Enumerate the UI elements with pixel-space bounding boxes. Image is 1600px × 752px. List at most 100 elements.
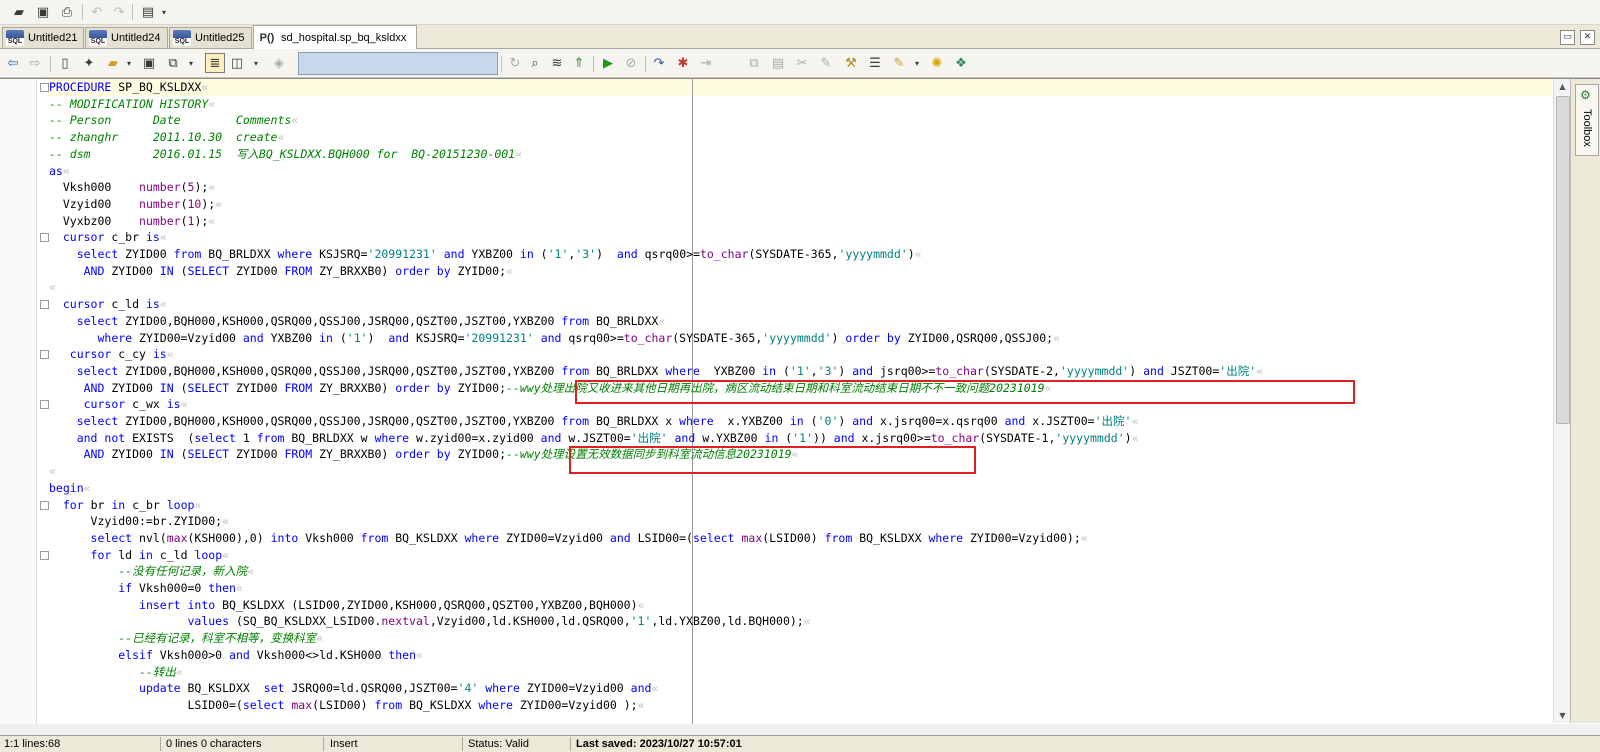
fold-toggle[interactable] (40, 400, 49, 410)
code-line[interactable]: if Vksh000=0 then« (49, 580, 243, 597)
close-window-button[interactable]: ✕ (1580, 30, 1595, 45)
save-icon[interactable]: ▣ (34, 3, 52, 21)
code-line[interactable]: for ld in c_ld loop« (49, 547, 230, 564)
toolbox-tab[interactable]: ⚙ Toolbox (1575, 84, 1599, 156)
code-line[interactable]: and not EXISTS (select 1 from BQ_BRLDXX … (49, 430, 1139, 447)
tools-icon[interactable]: ⚒ (842, 54, 860, 72)
scroll-down-icon[interactable]: ▼ (1554, 708, 1571, 723)
save-all-icon[interactable]: ⧉ (164, 54, 182, 72)
restore-window-button[interactable]: ▭ (1560, 30, 1575, 45)
fold-toggle[interactable] (40, 550, 49, 560)
save-icon[interactable]: ▣ (140, 54, 158, 72)
code-line[interactable]: « (49, 279, 56, 296)
compile-icon[interactable]: ≋ (548, 54, 566, 72)
code-line[interactable]: select ZYID00 from BQ_BRLDXX where KSJSR… (49, 246, 922, 263)
code-line[interactable]: Vzyid00 number(10);« (49, 196, 222, 213)
split-view-icon[interactable]: ◫ (228, 54, 246, 72)
code-token: '4' (457, 681, 479, 696)
tab-untitled25[interactable]: SQL Untitled25 (169, 27, 252, 48)
new-object-icon[interactable]: ✦ (80, 54, 98, 72)
code-line[interactable]: select ZYID00,BQH000,KSH000,QSRQ00,QSSJ0… (49, 413, 1139, 430)
code-line[interactable]: cursor c_wx is« (49, 396, 188, 413)
new-document-icon[interactable]: ▯ (56, 54, 74, 72)
code-line[interactable]: begin« (49, 480, 91, 497)
code-line[interactable]: values (SQ_BQ_KSLDXX_LSID00.nextval,Vzyi… (49, 613, 810, 630)
run-icon[interactable]: ▶ (599, 54, 617, 72)
code-line[interactable]: « (49, 463, 56, 480)
code-line[interactable]: LSID00=(select max(LSID00) from BQ_KSLDX… (49, 697, 644, 714)
print-icon[interactable]: ⎙ (58, 3, 76, 21)
code-line[interactable]: insert into BQ_KSLDXX (LSID00,ZYID00,KSH… (49, 597, 644, 614)
code-line[interactable]: update BQ_KSLDXX set JSRQ00=ld.QSRQ00,JS… (49, 680, 658, 697)
tab-untitled24[interactable]: SQL Untitled24 (85, 27, 168, 48)
undo-icon[interactable]: ↶ (88, 3, 106, 21)
code-line[interactable]: -- zhanghr 2011.10.30 create« (49, 129, 284, 146)
open-folder-icon[interactable]: ▰ (10, 3, 28, 21)
vertical-scrollbar[interactable]: ▲ ▼ (1553, 79, 1571, 723)
redo-icon[interactable]: ↷ (110, 3, 128, 21)
chevron-down-icon[interactable]: ▾ (155, 3, 173, 21)
code-line[interactable]: as« (49, 163, 70, 180)
scroll-up-icon[interactable]: ▲ (1554, 79, 1571, 94)
code-line[interactable]: elsif Vksh000>0 and Vksh000<>ld.KSH000 t… (49, 647, 423, 664)
fold-toggle[interactable] (40, 350, 49, 360)
code-line[interactable]: Vksh000 number(5);« (49, 179, 215, 196)
back-arrow-icon[interactable]: ⇦ (4, 54, 22, 72)
chevron-down-icon[interactable]: ▾ (120, 54, 138, 72)
forward-arrow-icon[interactable]: ⇨ (26, 54, 44, 72)
code-line[interactable]: Vyxbz00 number(1);« (49, 213, 215, 230)
code-line[interactable]: -- MODIFICATION HISTORY« (49, 96, 215, 113)
edit-icon[interactable]: ✎ (817, 54, 835, 72)
fold-toggle[interactable] (40, 83, 49, 92)
step-over-icon[interactable]: ⇥ (697, 54, 715, 72)
code-line[interactable]: Vzyid00:=br.ZYID00;« (49, 513, 230, 530)
code-line[interactable]: --转出« (49, 664, 183, 681)
chevron-down-icon[interactable]: ▾ (247, 54, 265, 72)
stop-icon[interactable]: ⊘ (622, 54, 640, 72)
bookmark-icon[interactable]: ❖ (952, 54, 970, 72)
code-line[interactable]: -- dsm 2016.01.15 写入BQ_KSLDXX.BQH000 for… (49, 146, 522, 163)
code-line[interactable]: select nvl(max(KSH000),0) into Vksh000 f… (49, 530, 1088, 547)
fold-toggle[interactable] (40, 500, 49, 510)
code-token: qsrq00>= (637, 247, 700, 261)
code-editor[interactable]: PROCEDURE SP_BQ_KSLDXX« -- MODIFICATION H… (0, 78, 1600, 724)
code-line[interactable]: AND ZYID00 IN (SELECT ZYID00 FROM ZY_BRX… (49, 263, 513, 280)
format-code-icon[interactable]: ≣ (205, 53, 225, 73)
list-icon[interactable]: ☰ (866, 54, 884, 72)
code-line[interactable]: select ZYID00,BQH000,KSH000,QSRQ00,QSSJ0… (49, 313, 666, 330)
code-line[interactable]: --已经有记录，科室不相等，变换科室« (49, 630, 323, 647)
code-line[interactable]: cursor c_cy is« (49, 346, 174, 363)
tab-untitled21[interactable]: SQL Untitled21 (2, 27, 84, 48)
code-line[interactable]: -- Person Date Comments« (49, 112, 298, 129)
sql-icon[interactable]: ⌕ (526, 54, 544, 72)
chevron-down-icon[interactable]: ▾ (908, 54, 926, 72)
code-token: nextval (381, 614, 430, 629)
fold-toggle[interactable] (40, 300, 49, 310)
breakpoint-icon[interactable]: ✱ (674, 54, 692, 72)
highlight-icon[interactable]: ✎ (890, 54, 908, 72)
code-line[interactable]: cursor c_br is« (49, 229, 167, 246)
code-line[interactable]: --没有任何记录，新入院« (49, 563, 254, 580)
code-line[interactable]: for br in c_br loop« (49, 497, 202, 514)
debug-icon[interactable]: ⇑ (570, 54, 588, 72)
code-line[interactable]: PROCEDURE SP_BQ_KSLDXX« (49, 79, 208, 96)
code-token: (SYSDATE-365, (672, 330, 763, 345)
copy-icon[interactable]: ⧉ (745, 54, 763, 72)
selection-info: 0 lines 0 characters (166, 738, 262, 750)
refresh-icon[interactable]: ↻ (506, 54, 524, 72)
lightbulb-icon[interactable]: ✺ (928, 54, 946, 72)
chevron-down-icon[interactable]: ▾ (182, 54, 200, 72)
step-icon[interactable]: ↷ (650, 54, 668, 72)
fold-toggle[interactable] (40, 233, 49, 243)
object-combo[interactable] (298, 52, 498, 75)
code-line[interactable]: where ZYID00=Vzyid00 and YXBZ00 in ('1')… (49, 330, 1060, 347)
code-line[interactable]: select ZYID00,BQH000,KSH000,QSRQ00,QSSJ0… (49, 363, 1263, 380)
paste-icon[interactable]: ▤ (769, 54, 787, 72)
scroll-thumb[interactable] (1556, 96, 1570, 424)
describe-icon[interactable]: ◈ (270, 54, 288, 72)
code-line[interactable]: cursor c_ld is« (49, 296, 167, 313)
tab-sd-hospital-sp-bq-ksldxx[interactable]: P() sd_hospital.sp_bq_ksldxx (253, 25, 417, 49)
sql-file-icon: SQL (89, 30, 107, 46)
cut-icon[interactable]: ✂ (793, 54, 811, 72)
